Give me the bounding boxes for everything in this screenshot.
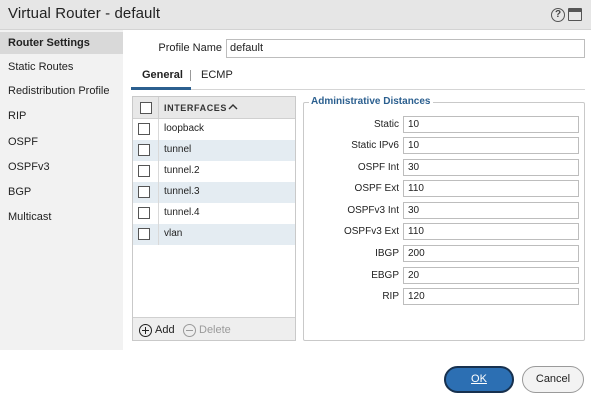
ospf-int-label: OSPF Int xyxy=(357,162,399,173)
column-divider xyxy=(158,119,159,140)
interface-name: tunnel.3 xyxy=(164,186,200,197)
maximize-icon[interactable] xyxy=(568,8,582,21)
row-checkbox[interactable] xyxy=(138,165,150,177)
tab-general[interactable]: General xyxy=(142,69,183,81)
column-divider xyxy=(158,224,159,245)
rip-label: RIP xyxy=(382,291,399,302)
column-divider xyxy=(158,161,159,182)
row-checkbox[interactable] xyxy=(138,123,150,135)
table-row[interactable]: tunnel.2 xyxy=(133,161,295,182)
column-divider xyxy=(158,203,159,224)
column-divider xyxy=(158,140,159,161)
delete-label: Delete xyxy=(199,324,231,336)
interfaces-toolbar: Add Delete xyxy=(133,317,295,340)
ospf-int-distance-input[interactable]: 30 xyxy=(403,159,579,176)
sidebar-item-ospf[interactable]: OSPF xyxy=(0,131,123,153)
static-ipv6-label: Static IPv6 xyxy=(351,140,399,151)
ebgp-distance-input[interactable]: 20 xyxy=(403,267,579,284)
interface-name: vlan xyxy=(164,228,183,239)
ospfv3-ext-label: OSPFv3 Ext xyxy=(343,226,399,237)
ibgp-label: IBGP xyxy=(375,248,399,259)
interface-name: tunnel.4 xyxy=(164,207,200,218)
rip-distance-input[interactable]: 120 xyxy=(403,288,579,305)
ospfv3-ext-distance-input[interactable]: 110 xyxy=(403,223,579,240)
table-row[interactable]: tunnel xyxy=(133,140,295,161)
sidebar: Router Settings Static Routes Redistribu… xyxy=(0,30,123,350)
interfaces-table: INTERFACES loopback tunnel tunnel.2 tunn… xyxy=(132,96,296,341)
sidebar-item-multicast[interactable]: Multicast xyxy=(0,206,123,228)
static-label: Static xyxy=(373,119,399,130)
sidebar-item-router-settings[interactable]: Router Settings xyxy=(0,32,123,54)
select-all-checkbox[interactable] xyxy=(140,102,152,114)
tab-bar-line xyxy=(131,89,585,90)
ospf-ext-distance-input[interactable]: 110 xyxy=(403,180,579,197)
tab-ecmp[interactable]: ECMP xyxy=(201,69,233,81)
sidebar-item-static-routes[interactable]: Static Routes xyxy=(0,56,123,78)
add-label: Add xyxy=(155,324,175,336)
admin-distances-title: Administrative Distances xyxy=(309,96,433,107)
table-row[interactable]: tunnel.3 xyxy=(133,182,295,203)
static-distance-input[interactable]: 10 xyxy=(403,116,579,133)
dialog-title: Virtual Router - default xyxy=(8,5,161,22)
column-divider xyxy=(158,182,159,203)
interface-name: tunnel.2 xyxy=(164,165,200,176)
ospfv3-int-label: OSPFv3 Int xyxy=(347,205,399,216)
ospf-ext-label: OSPF Ext xyxy=(354,183,399,194)
active-tab-indicator xyxy=(131,87,191,90)
ospfv3-int-distance-input[interactable]: 30 xyxy=(403,202,579,219)
column-divider xyxy=(158,97,159,119)
help-icon[interactable]: ? xyxy=(551,8,565,22)
ebgp-label: EBGP xyxy=(371,270,399,281)
sidebar-item-ospfv3[interactable]: OSPFv3 xyxy=(0,156,123,178)
sidebar-item-rip[interactable]: RIP xyxy=(0,105,123,127)
table-row[interactable]: vlan xyxy=(133,224,295,245)
interfaces-header: INTERFACES xyxy=(133,97,295,119)
interface-name: tunnel xyxy=(164,144,192,155)
static-ipv6-distance-input[interactable]: 10 xyxy=(403,137,579,154)
row-checkbox[interactable] xyxy=(138,228,150,240)
add-circle-icon xyxy=(139,323,152,337)
profile-name-input[interactable]: default xyxy=(226,39,585,58)
sort-ascending-icon[interactable] xyxy=(227,102,239,112)
delete-interface-button[interactable]: Delete xyxy=(183,323,231,337)
remove-circle-icon xyxy=(183,323,196,337)
sidebar-item-redistribution-profile[interactable]: Redistribution Profile xyxy=(0,80,123,102)
cancel-button[interactable]: Cancel xyxy=(522,366,584,393)
sidebar-item-bgp[interactable]: BGP xyxy=(0,181,123,203)
ok-button[interactable]: OK xyxy=(444,366,514,393)
row-checkbox[interactable] xyxy=(138,144,150,156)
table-row[interactable]: loopback xyxy=(133,119,295,140)
title-bar: Virtual Router - default ? xyxy=(0,0,591,30)
row-checkbox[interactable] xyxy=(138,207,150,219)
add-interface-button[interactable]: Add xyxy=(139,323,175,337)
row-checkbox[interactable] xyxy=(138,186,150,198)
profile-name-label: Profile Name xyxy=(158,42,222,54)
tab-divider xyxy=(190,70,191,81)
ibgp-distance-input[interactable]: 200 xyxy=(403,245,579,262)
table-row[interactable]: tunnel.4 xyxy=(133,203,295,224)
interfaces-column-header[interactable]: INTERFACES xyxy=(164,103,227,113)
interface-name: loopback xyxy=(164,123,205,134)
